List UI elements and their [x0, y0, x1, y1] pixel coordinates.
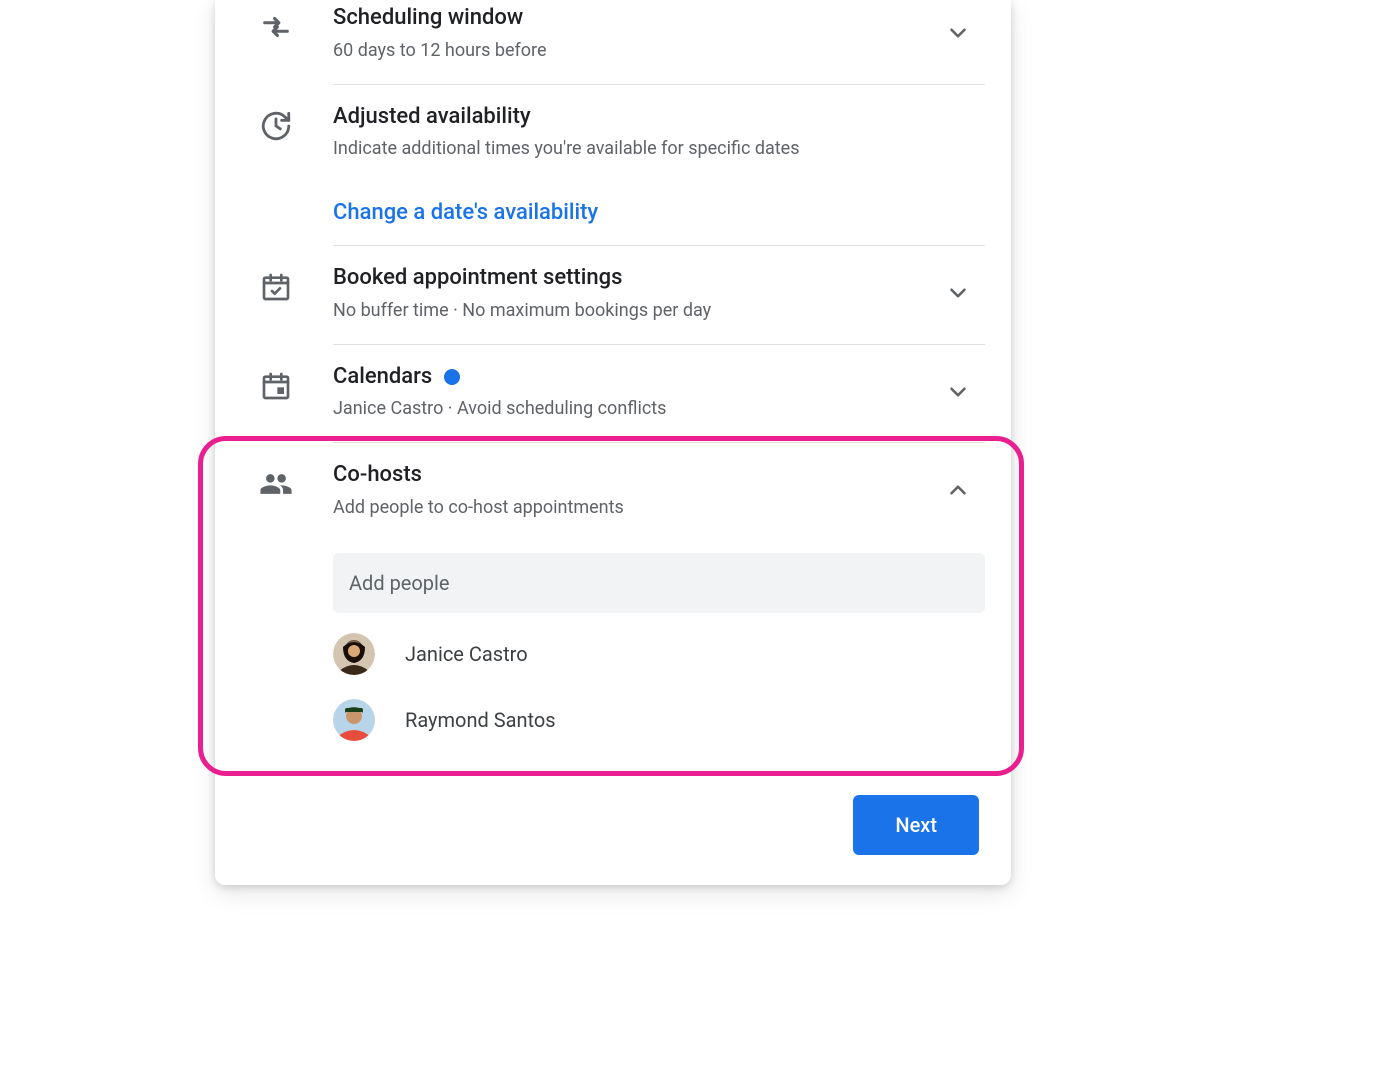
calendar-check-icon: [259, 270, 293, 304]
section-subtitle: Janice Castro · Avoid scheduling conflic…: [333, 395, 985, 422]
section-adjusted-availability: Adjusted availability Indicate additiona…: [215, 103, 1011, 247]
section-title: Co-hosts: [333, 461, 985, 490]
people-icon: [259, 467, 293, 501]
swap-arrows-icon: [259, 10, 293, 44]
person-name: Janice Castro: [405, 642, 528, 666]
chevron-down-icon[interactable]: [943, 18, 973, 48]
status-dot-icon: [444, 369, 460, 385]
chevron-down-icon[interactable]: [943, 278, 973, 308]
avatar: [333, 699, 375, 741]
chevron-down-icon[interactable]: [943, 377, 973, 407]
avatar: [333, 633, 375, 675]
section-subtitle: 60 days to 12 hours before: [333, 37, 985, 64]
section-subtitle: No buffer time · No maximum bookings per…: [333, 297, 985, 324]
change-date-availability-link[interactable]: Change a date's availability: [333, 200, 985, 225]
chevron-up-icon[interactable]: [943, 475, 973, 505]
section-calendars[interactable]: Calendars Janice Castro · Avoid scheduli…: [215, 363, 1011, 444]
add-people-input[interactable]: [333, 553, 985, 613]
clock-refresh-icon: [259, 109, 293, 143]
section-booked-settings[interactable]: Booked appointment settings No buffer ti…: [215, 264, 1011, 345]
cohost-person-row[interactable]: Janice Castro: [333, 629, 985, 679]
cohost-person-row[interactable]: Raymond Santos: [333, 695, 985, 745]
section-title: Calendars: [333, 363, 985, 392]
settings-panel: Scheduling window 60 days to 12 hours be…: [215, 0, 1011, 885]
person-name: Raymond Santos: [405, 708, 556, 732]
section-subtitle: Add people to co-host appointments: [333, 494, 985, 521]
section-title: Scheduling window: [333, 4, 985, 33]
section-title: Adjusted availability: [333, 103, 985, 132]
section-title: Booked appointment settings: [333, 264, 985, 293]
section-subtitle: Indicate additional times you're availab…: [333, 135, 985, 162]
section-scheduling-window[interactable]: Scheduling window 60 days to 12 hours be…: [215, 4, 1011, 85]
next-button[interactable]: Next: [853, 795, 979, 855]
section-cohosts[interactable]: Co-hosts Add people to co-host appointme…: [215, 461, 1011, 765]
calendar-day-icon: [259, 369, 293, 403]
section-title-text: Calendars: [333, 363, 432, 392]
panel-footer: Next: [215, 765, 1011, 885]
